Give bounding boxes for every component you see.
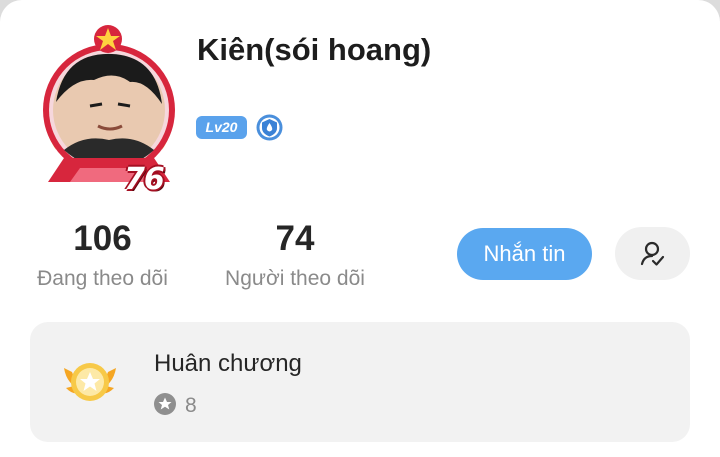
medals-section[interactable]: Huân chương 8 <box>30 322 690 442</box>
level-badge[interactable]: Lv20 <box>196 116 247 139</box>
medals-title: Huân chương <box>154 350 302 377</box>
user-check-icon <box>640 241 664 266</box>
shield-drop-icon[interactable] <box>256 114 283 141</box>
following-count: 106 <box>73 219 132 258</box>
following-stat[interactable]: 106 Đang theo dõi <box>25 219 180 291</box>
followers-stat[interactable]: 74 Người theo dõi <box>215 219 375 291</box>
following-label: Đang theo dõi <box>37 267 168 290</box>
star-badge-icon <box>154 393 176 415</box>
profile-card: 76 Kiên(sói hoang) Lv20 106 Đang theo dõ… <box>0 0 720 457</box>
avatar[interactable]: 76 <box>34 22 184 197</box>
frame-level-number: 76 <box>124 162 165 197</box>
profile-name: Kiên(sói hoang) <box>197 32 432 67</box>
follow-status-button[interactable] <box>615 227 690 280</box>
followers-label: Người theo dõi <box>225 267 365 290</box>
followers-count: 74 <box>275 219 315 258</box>
winged-medal-icon <box>64 363 116 401</box>
medals-count: 8 <box>185 394 197 417</box>
message-button[interactable]: Nhắn tin <box>457 228 592 280</box>
